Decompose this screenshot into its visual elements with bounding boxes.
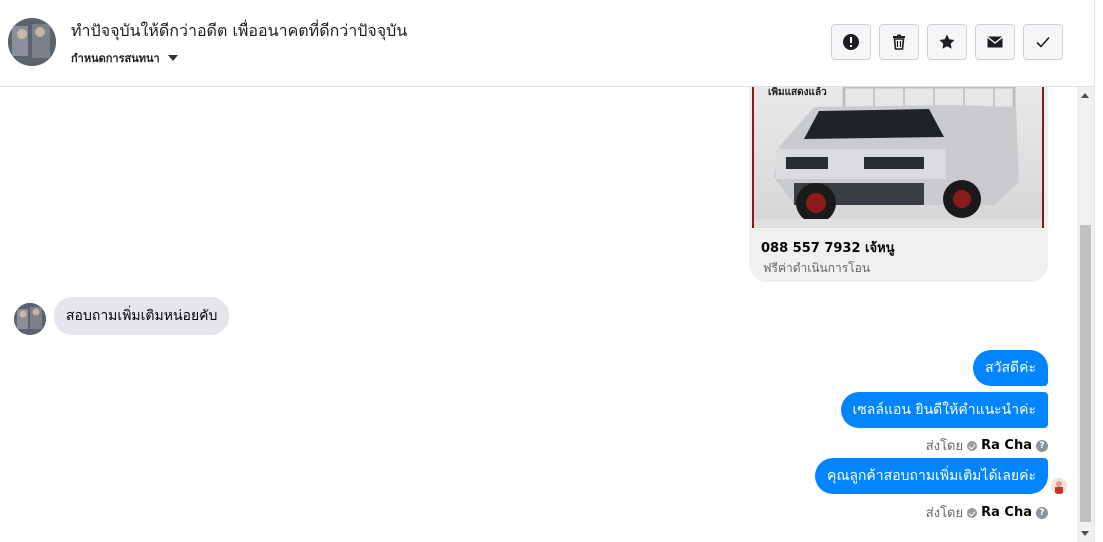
outgoing-message[interactable]: สวัสดีค่ะ <box>973 350 1048 386</box>
seen-avatar <box>1051 478 1067 494</box>
conversation-header: ทำปัจจุบันให้ดีกว่าอดีต เพื่ออนาคตที่ดีก… <box>0 0 1103 87</box>
verified-check-icon <box>967 507 978 518</box>
sent-by-label: ส่งโดย <box>925 506 964 521</box>
star-button[interactable] <box>927 24 967 60</box>
sent-by-info: ส่งโดย Ra Cha ? <box>926 502 1048 523</box>
card-title: 088 557 7932 เจ้หนู <box>761 241 895 256</box>
checkmark-icon <box>1036 36 1050 48</box>
help-icon[interactable]: ? <box>1036 506 1048 519</box>
exclamation-circle-icon <box>843 34 859 50</box>
conversation-title: ทำปัจจุบันให้ดีกว่าอดีต เพื่ออนาคตที่ดีก… <box>71 21 408 40</box>
conversation-label-dropdown[interactable]: กำหนดการสนทนา <box>71 49 178 67</box>
mark-done-button[interactable] <box>1023 24 1063 60</box>
pickup-truck-image: เพิ่มแสดงแล้ว <box>752 87 1044 228</box>
incoming-message[interactable]: สอบถามเพิ่มเติมหน่อยคับ <box>54 297 230 335</box>
caret-down-icon <box>167 55 178 61</box>
help-icon[interactable]: ? <box>1036 439 1048 452</box>
sender-name: Ra Cha <box>981 438 1032 453</box>
contact-avatar-small <box>14 303 46 335</box>
scrollbar-thumb[interactable] <box>1080 225 1091 522</box>
outgoing-message[interactable]: เซลล์แอน ยินดีให้คำแนะนำค่ะ <box>840 392 1048 428</box>
report-button[interactable] <box>831 24 871 60</box>
action-toolbar <box>831 24 1063 60</box>
mark-unread-button[interactable] <box>975 24 1015 60</box>
conversation-label-text: กำหนดการสนทนา <box>71 52 160 65</box>
message-scrollbar[interactable] <box>1077 87 1094 542</box>
verified-check-icon <box>967 440 978 451</box>
scroll-up-arrow-icon[interactable] <box>1081 93 1089 98</box>
scroll-down-arrow-icon[interactable] <box>1081 531 1089 536</box>
card-subtitle: ฟรีค่าดำเนินการโอน <box>763 261 871 275</box>
product-card[interactable]: เพิ่มแสดงแล้ว 088 557 7932 เจ้หนู ฟรีค่า… <box>749 87 1048 282</box>
right-edge-rail <box>1094 0 1103 542</box>
outgoing-message[interactable]: คุณลูกค้าสอบถามเพิ่มเติมได้เลยค่ะ <box>815 458 1048 494</box>
sent-by-info: ส่งโดย Ra Cha ? <box>926 435 1048 456</box>
delete-button[interactable] <box>879 24 919 60</box>
contact-avatar[interactable] <box>8 18 56 66</box>
trash-icon <box>893 34 905 50</box>
sent-by-label: ส่งโดย <box>925 439 964 454</box>
star-icon <box>939 34 955 49</box>
envelope-icon <box>987 36 1003 48</box>
sender-name: Ra Cha <box>981 505 1032 520</box>
